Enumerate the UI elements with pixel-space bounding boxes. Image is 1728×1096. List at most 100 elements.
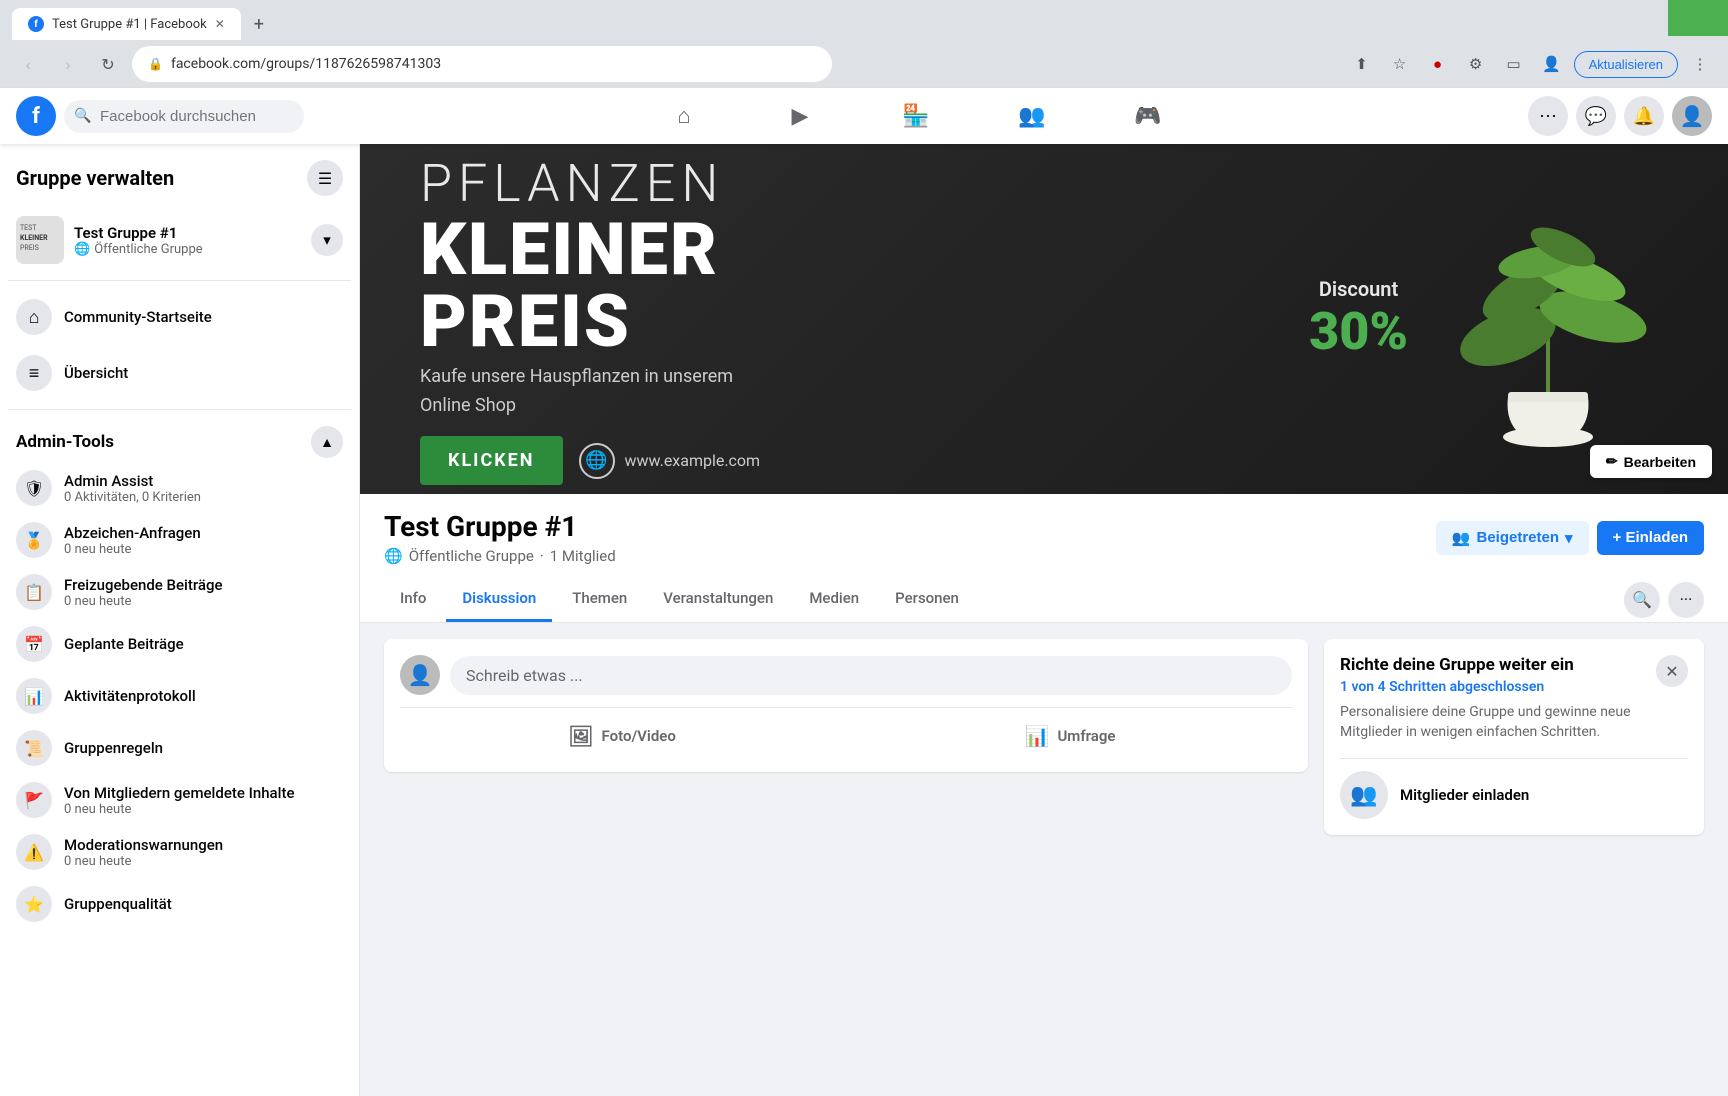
tab-diskussion[interactable]: Diskussion: [446, 577, 552, 622]
profile-icon[interactable]: 👤: [1536, 48, 1568, 80]
collapse-admin-icon[interactable]: ▲: [311, 426, 343, 458]
refresh-button[interactable]: ↻: [92, 48, 124, 80]
sidebar-group-type: 🌐 Öffentliche Gruppe: [74, 242, 301, 257]
menu-icon[interactable]: ⋮: [1684, 48, 1716, 80]
url-text: facebook.com/groups/1187626598741303: [171, 56, 816, 72]
tab-themen[interactable]: Themen: [556, 577, 643, 622]
tab-list: Info Diskussion Themen Veranstaltungen M…: [384, 577, 975, 622]
post-box: 👤 Schreib etwas ... 🖼 Foto/Video 📊 Umfra…: [384, 639, 1308, 772]
share-icon[interactable]: ⬆: [1346, 48, 1378, 80]
sidebar-header: Gruppe verwalten ☰: [8, 160, 351, 208]
survey-button[interactable]: 📊 Umfrage: [848, 716, 1292, 756]
sidebar-item-rules[interactable]: 📜 Gruppenregeln: [8, 722, 351, 774]
tab-medien[interactable]: Medien: [793, 577, 875, 622]
setup-title-block: Richte deine Gruppe weiter ein 1 von 4 S…: [1340, 655, 1574, 695]
sidebar-icon-button[interactable]: ☰: [307, 160, 343, 196]
user-avatar[interactable]: 👤: [1672, 96, 1712, 136]
admin-tools-heading: Admin-Tools ▲: [8, 418, 351, 462]
tab-favicon: f: [28, 16, 44, 32]
sidebar-group-item[interactable]: TESTKLEINERPREIS Test Gruppe #1 🌐 Öffent…: [8, 208, 351, 272]
extension-icon-2[interactable]: ⚙: [1460, 48, 1492, 80]
update-button[interactable]: Aktualisieren: [1574, 51, 1678, 78]
group-name: Test Gruppe #1: [384, 510, 616, 543]
joined-button[interactable]: 👥 Beigetreten ▾: [1436, 521, 1589, 555]
main-nav: ⌂ ▶ 🏪 👥 🎮: [312, 92, 1520, 140]
cover-klicken-button[interactable]: KLICKEN: [420, 436, 563, 485]
cover-subtitle-1: Kaufe unsere Hauspflanzen in unserem: [420, 366, 1269, 387]
messenger-icon[interactable]: 💬: [1576, 96, 1616, 136]
new-tab-button[interactable]: +: [245, 10, 273, 38]
quality-info: Gruppenqualität: [64, 895, 343, 913]
sidebar-item-badges[interactable]: 🏅 Abzeichen-Anfragen 0 neu heute: [8, 514, 351, 566]
address-input[interactable]: 🔒 facebook.com/groups/1187626598741303: [132, 46, 832, 82]
sidebar-item-warnings[interactable]: ⚠️ Moderationswarnungen 0 neu heute: [8, 826, 351, 878]
group-tabs: Info Diskussion Themen Veranstaltungen M…: [384, 577, 1704, 622]
admin-assist-icon: 🛡: [16, 470, 52, 506]
rules-icon: 📜: [16, 730, 52, 766]
tab-close-button[interactable]: ✕: [215, 17, 225, 31]
admin-assist-info: Admin Assist 0 Aktivitäten, 0 Kriterien: [64, 472, 343, 505]
search-input[interactable]: [64, 100, 304, 133]
cover-buttons: KLICKEN 🌐 www.example.com: [420, 436, 1269, 485]
nav-home[interactable]: ⌂: [628, 92, 740, 140]
warnings-info: Moderationswarnungen 0 neu heute: [64, 836, 343, 869]
tab-info[interactable]: Info: [384, 577, 442, 622]
apps-icon[interactable]: ⋯: [1528, 96, 1568, 136]
sidebar-item-overview[interactable]: ≡ Übersicht: [8, 345, 351, 401]
post-input[interactable]: Schreib etwas ...: [450, 656, 1292, 695]
nav-watch[interactable]: ▶: [744, 92, 856, 140]
rules-name: Gruppenregeln: [64, 739, 343, 757]
setup-description: Personalisiere deine Gruppe und gewinne …: [1340, 703, 1688, 742]
sidebar-item-quality[interactable]: ⭐ Gruppenqualität: [8, 878, 351, 930]
setup-close-button[interactable]: ✕: [1656, 655, 1688, 687]
chevron-down-icon[interactable]: ▾: [311, 224, 343, 256]
sidebar-item-admin-assist[interactable]: 🛡 Admin Assist 0 Aktivitäten, 0 Kriterie…: [8, 462, 351, 514]
tab-veranstaltungen[interactable]: Veranstaltungen: [647, 577, 789, 622]
cover-website-link[interactable]: 🌐 www.example.com: [579, 443, 761, 479]
sidebar-divider-2: [8, 409, 351, 410]
pending-name: Freizugebende Beiträge: [64, 576, 343, 594]
nav-gaming[interactable]: 🎮: [1092, 92, 1204, 140]
post-divider: [400, 707, 1292, 708]
post-user-avatar: 👤: [400, 655, 440, 695]
facebook-logo[interactable]: f: [16, 96, 56, 136]
content-area: PFLANZEN KLEINER PREIS Kaufe unsere Haus…: [360, 144, 1728, 1096]
nav-groups[interactable]: 👥: [976, 92, 1088, 140]
tab-bar: f Test Gruppe #1 | Facebook ✕ + ⌄: [0, 0, 1728, 40]
search-wrapper: 🔍: [64, 100, 304, 133]
warnings-icon: ⚠️: [16, 834, 52, 870]
notifications-icon[interactable]: 🔔: [1624, 96, 1664, 136]
facebook-header: f 🔍 ⌂ ▶ 🏪 👥 🎮 ⋯ 💬 🔔 👤: [0, 88, 1728, 144]
pending-info: Freizugebende Beiträge 0 neu heute: [64, 576, 343, 609]
cover-edit-button[interactable]: ✏ Bearbeiten: [1590, 445, 1712, 478]
pencil-icon: ✏: [1606, 453, 1618, 470]
sidebar-item-pending[interactable]: 📋 Freizugebende Beiträge 0 neu heute: [8, 566, 351, 618]
photo-video-button[interactable]: 🖼 Foto/Video: [400, 716, 844, 756]
reported-icon: 🚩: [16, 782, 52, 818]
photo-video-icon: 🖼: [568, 724, 593, 748]
invite-button[interactable]: + Einladen: [1597, 521, 1704, 555]
home-icon: ⌂: [16, 299, 52, 335]
sidebar-item-community[interactable]: ⌂ Community-Startseite: [8, 289, 351, 345]
sidebar: Gruppe verwalten ☰ TESTKLEINERPREIS Test…: [0, 144, 360, 1096]
cover-content: PFLANZEN KLEINER PREIS Kaufe unsere Haus…: [360, 153, 1728, 485]
badges-icon: 🏅: [16, 522, 52, 558]
sidebar-item-reported[interactable]: 🚩 Von Mitgliedern gemeldete Inhalte 0 ne…: [8, 774, 351, 826]
bookmark-icon[interactable]: ☆: [1384, 48, 1416, 80]
sidebar-item-scheduled[interactable]: 📅 Geplante Beiträge: [8, 618, 351, 670]
setup-member-row[interactable]: 👥 Mitglieder einladen: [1340, 758, 1688, 819]
nav-marketplace[interactable]: 🏪: [860, 92, 972, 140]
admin-assist-name: Admin Assist: [64, 472, 343, 490]
active-tab[interactable]: f Test Gruppe #1 | Facebook ✕: [12, 8, 241, 40]
tab-personen[interactable]: Personen: [879, 577, 975, 622]
main-layout: Gruppe verwalten ☰ TESTKLEINERPREIS Test…: [0, 144, 1728, 1096]
more-options-button[interactable]: ···: [1668, 582, 1704, 618]
back-button[interactable]: ‹: [12, 48, 44, 80]
forward-button[interactable]: ›: [52, 48, 84, 80]
sidebar-item-activity[interactable]: 📊 Aktivitätenprotokoll: [8, 670, 351, 722]
split-view-icon[interactable]: ▭: [1498, 48, 1530, 80]
badges-sub: 0 neu heute: [64, 542, 343, 557]
extension-icon-1[interactable]: ●: [1422, 48, 1454, 80]
pending-sub: 0 neu heute: [64, 594, 343, 609]
search-posts-button[interactable]: 🔍: [1624, 582, 1660, 618]
